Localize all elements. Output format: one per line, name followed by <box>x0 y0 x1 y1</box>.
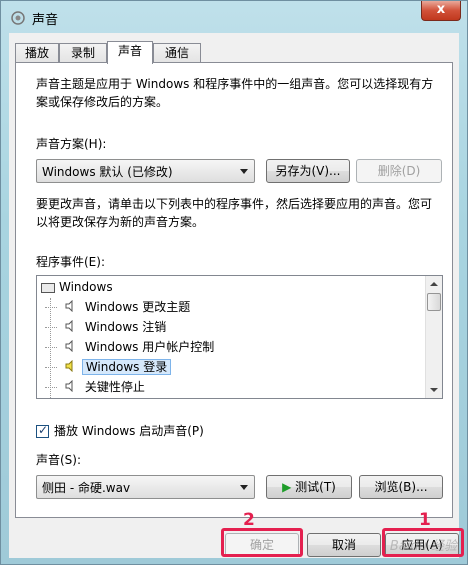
event-item-change-theme[interactable]: Windows 更改主题 <box>45 297 193 317</box>
intro-text-line1: 声音主题是应用于 Windows 和程序事件中的一组声音。您可以选择现有方 <box>36 77 434 91</box>
tab-sounds[interactable]: 声音 <box>107 41 153 64</box>
event-item-label: 关键性停止 <box>84 380 145 394</box>
sound-scheme-label: 声音方案(H): <box>36 137 107 151</box>
watermark: Baidu 经验 <box>389 539 457 554</box>
program-events-label: 程序事件(E): <box>36 255 105 269</box>
sound-scheme-dropdown[interactable]: Windows 默认 (已修改) <box>36 159 255 183</box>
program-events-list[interactable]: Windows Windows 更改主题 Windows 注销 Windows … <box>36 275 443 399</box>
event-item-logoff[interactable]: Windows 注销 <box>45 317 169 337</box>
startup-sound-checkbox[interactable] <box>36 423 49 438</box>
tree-root-label: Windows <box>59 280 113 294</box>
delete-scheme-button[interactable]: 删除(D) <box>356 159 442 183</box>
sound-scheme-value: Windows 默认 (已修改) <box>42 165 173 179</box>
speaker-active-icon <box>65 358 77 378</box>
scroll-thumb[interactable] <box>427 293 441 311</box>
sound-dialog-window: 声音 x 播放 录制 声音 通信 声音主题是应用于 Windows 和程序事件中… <box>0 0 468 565</box>
title-bar[interactable]: 声音 x <box>1 1 467 33</box>
sound-label: 声音(S): <box>36 453 82 467</box>
chevron-down-icon <box>240 485 248 490</box>
tree-connector <box>45 387 57 388</box>
speaker-icon <box>65 338 77 358</box>
tree-connector <box>45 367 57 368</box>
event-item-logon[interactable]: Windows 登录 <box>45 357 172 378</box>
test-button-label: 测试(T) <box>295 480 336 494</box>
step-number-1: 1 <box>419 510 431 530</box>
close-button[interactable]: x <box>421 1 461 21</box>
ok-highlight-box <box>221 528 303 557</box>
speaker-icon <box>65 298 77 318</box>
sound-file-value: 侧田 - 命硬.wav <box>42 481 131 495</box>
event-item-critical-stop[interactable]: 关键性停止 <box>45 377 148 397</box>
dialog-client-area: 播放 录制 声音 通信 声音主题是应用于 Windows 和程序事件中的一组声音… <box>9 33 459 558</box>
scroll-up-arrow-icon[interactable] <box>426 276 442 292</box>
instructions-line2: 以将更改保存为新的声音方案。 <box>36 215 205 229</box>
tab-communications[interactable]: 通信 <box>153 43 201 63</box>
speaker-icon <box>10 10 26 26</box>
tree-connector <box>45 327 57 328</box>
browse-button[interactable]: 浏览(B)... <box>359 475 443 499</box>
event-item-uac[interactable]: Windows 用户帐户控制 <box>45 337 217 357</box>
speaker-icon <box>65 378 77 398</box>
close-icon: x <box>436 2 446 17</box>
save-as-button[interactable]: 另存为(V)... <box>266 159 350 183</box>
event-item-label: Windows 用户帐户控制 <box>84 340 215 354</box>
startup-sound-label[interactable]: 播放 Windows 启动声音(P) <box>54 422 204 440</box>
events-scrollbar[interactable] <box>425 276 442 398</box>
event-item-label: Windows 登录 <box>81 359 172 375</box>
play-icon: ▶ <box>282 480 292 494</box>
test-sound-button[interactable]: ▶ 测试(T) <box>266 475 352 499</box>
chevron-down-icon <box>240 169 248 174</box>
tab-recording[interactable]: 录制 <box>59 43 107 63</box>
window-title: 声音 <box>32 13 59 28</box>
instructions-line1: 要更改声音，请单击以下列表中的程序事件，然后选择要应用的声音。您可 <box>36 197 433 211</box>
tree-connector <box>45 347 57 348</box>
scroll-down-arrow-icon[interactable] <box>426 382 442 398</box>
tree-connector <box>45 307 57 308</box>
event-item-label: Windows 更改主题 <box>84 300 191 314</box>
step-number-2: 2 <box>243 510 255 530</box>
sounds-tab-panel: 声音主题是应用于 Windows 和程序事件中的一组声音。您可以选择现有方 案或… <box>15 62 453 518</box>
tab-playback[interactable]: 播放 <box>15 43 59 63</box>
tree-root-windows[interactable]: Windows <box>41 277 113 297</box>
cancel-button[interactable]: 取消 <box>307 533 381 557</box>
event-item-label: Windows 注销 <box>84 320 167 334</box>
intro-text-line2: 案或保存修改后的方案。 <box>36 95 169 109</box>
sound-file-dropdown[interactable]: 侧田 - 命硬.wav <box>36 475 255 499</box>
speaker-icon <box>65 318 77 338</box>
window-icon <box>41 282 55 293</box>
